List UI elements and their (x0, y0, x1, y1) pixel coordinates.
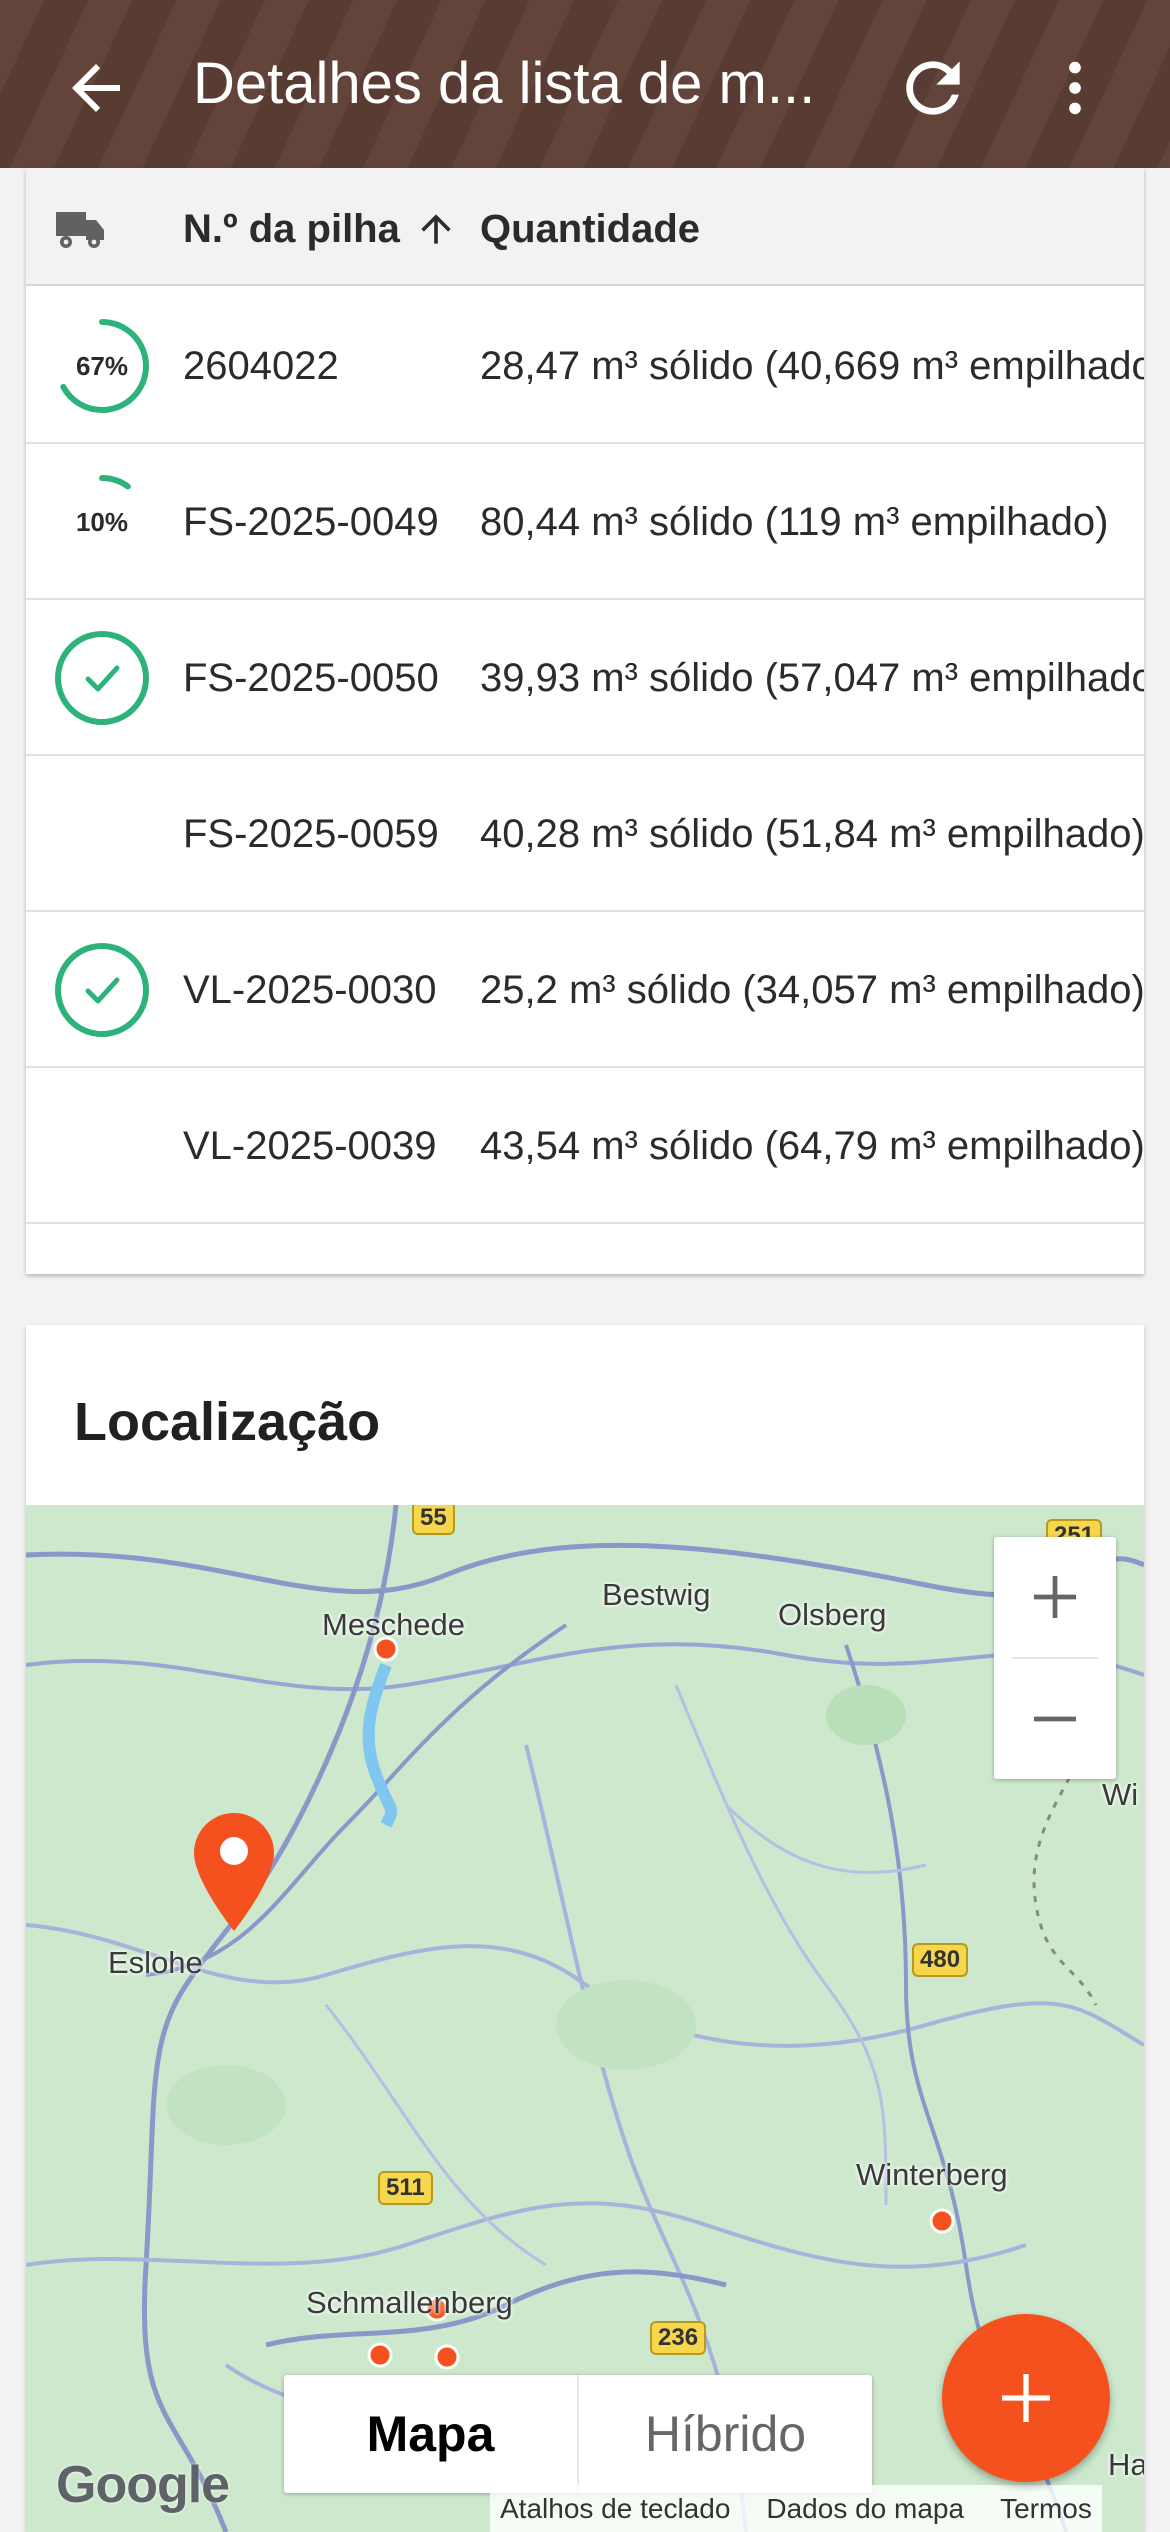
map-label-place: Schmallenberg (306, 2285, 513, 2320)
location-pin-icon (194, 1813, 274, 1931)
table-row[interactable]: FS-2025-0059 40,28 m³ sólido (51,84 m³ em… (26, 756, 1144, 912)
plus-icon (1002, 2374, 1050, 2422)
map-label-place: Eslohe (108, 1945, 203, 1980)
pile-number: VL-2025-0039 (183, 1124, 437, 1168)
plus-icon (1034, 1576, 1076, 1618)
progress-percent: 10% (75, 506, 129, 537)
terms-link[interactable]: Termos (1000, 2493, 1092, 2525)
pile-quantity: 25,2 m³ sólido (34,057 m³ empilhado) (480, 968, 1144, 1012)
map-label-place: Bestwig (602, 1577, 711, 1612)
progress-indicator: 67% (52, 316, 152, 416)
pile-number: FS-2025-0059 (183, 812, 439, 856)
pile-number: FS-2025-0049 (183, 500, 439, 544)
table-row[interactable]: FS-2025-0050 39,93 m³ sólido (57,047 m³ e… (26, 600, 1144, 756)
pile-number: VL-2025-0030 (183, 968, 437, 1012)
road-shield: 236 (650, 2321, 707, 2355)
pile-quantity: 39,93 m³ sólido (57,047 m³ empilhado) (480, 656, 1144, 700)
app-bar: Detalhes da lista de m... (0, 0, 1170, 168)
refresh-icon (906, 61, 960, 115)
add-button[interactable] (942, 2314, 1110, 2482)
check-circle-icon (52, 940, 152, 1040)
check-circle-icon (52, 628, 152, 728)
map-label-place: Wi (1102, 1777, 1139, 1812)
map-attribution: Atalhos de teclado Dados do mapa Termos (490, 2485, 1102, 2532)
more-vert-icon (1069, 61, 1081, 115)
pile-quantity: 80,44 m³ sólido (119 m³ empilhado) (480, 500, 1109, 544)
pile-number: 2604022 (183, 344, 339, 388)
pile-quantity: 40,28 m³ sólido (51,84 m³ empilhado) (480, 812, 1144, 856)
piles-table: N.º da pilha Quantidade 67% 2604022 28,47 … (26, 168, 1144, 1274)
column-header-pile[interactable]: N.º da pilha (183, 204, 458, 254)
zoom-out-button[interactable] (994, 1659, 1116, 1779)
table-row[interactable]: 67% 2604022 28,47 m³ sólido (40,669 m³ emp… (26, 288, 1144, 444)
google-logo: Google (56, 2456, 230, 2514)
keyboard-shortcuts-link[interactable]: Atalhos de teclado (500, 2493, 730, 2525)
table-row[interactable]: VL-2025-0039 43,54 m³ sólido (64,79 m³ em… (26, 1068, 1144, 1224)
status-empty (52, 784, 152, 884)
minus-icon (1034, 1716, 1076, 1722)
column-header-pile-label: N.º da pilha (183, 207, 400, 251)
map-data-link[interactable]: Dados do mapa (766, 2493, 964, 2525)
table-row[interactable]: VL-2025-0030 25,2 m³ sólido (34,057 m³ em… (26, 912, 1144, 1068)
map-label-place: Olsberg (778, 1597, 887, 1632)
table-header: N.º da pilha Quantidade (26, 168, 1144, 286)
zoom-in-button[interactable] (994, 1537, 1116, 1657)
more-options-button[interactable] (1040, 48, 1110, 128)
progress-percent: 67% (75, 350, 129, 381)
pile-number: FS-2025-0050 (183, 656, 439, 700)
arrow-up-icon (421, 214, 451, 244)
back-button[interactable] (60, 52, 132, 124)
map-label-place: Halle (1108, 2447, 1144, 2482)
page-title: Detalhes da lista de m... (193, 51, 816, 116)
map-type-map-button[interactable]: Mapa (284, 2375, 579, 2493)
map-label-place: Meschede (322, 1607, 466, 1642)
truck-icon (56, 212, 104, 248)
map-type-switch: Mapa Híbrido (284, 2375, 872, 2493)
map-type-hybrid-button[interactable]: Híbrido (579, 2375, 872, 2493)
road-shield: 511 (378, 2171, 433, 2205)
progress-indicator: 10% (52, 472, 152, 572)
road-shield: 55 (412, 1505, 455, 1535)
location-title: Localização (74, 1392, 381, 1452)
arrow-left-icon (72, 64, 120, 112)
status-empty (52, 1096, 152, 1196)
road-shield: 480 (912, 1943, 969, 1977)
map-label-place: Winterberg (856, 2157, 1008, 2192)
refresh-button[interactable] (893, 48, 973, 128)
zoom-control (994, 1537, 1116, 1779)
pile-quantity: 43,54 m³ sólido (64,79 m³ empilhado) (480, 1124, 1144, 1168)
pile-quantity: 28,47 m³ sólido (40,669 m³ empilhado) (480, 344, 1144, 388)
table-row[interactable]: 10% FS-2025-0049 80,44 m³ sólido (119 m³ e… (26, 444, 1144, 600)
column-header-quantity[interactable]: Quantidade (480, 204, 700, 254)
